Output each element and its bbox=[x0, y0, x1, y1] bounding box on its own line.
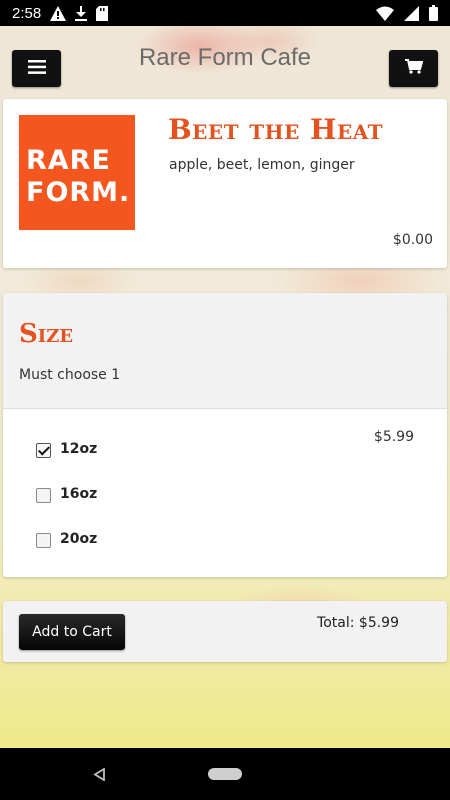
cart-button[interactable] bbox=[389, 50, 438, 87]
signal-icon bbox=[404, 5, 419, 21]
size-requirement-note: Must choose 1 bbox=[19, 367, 121, 383]
sd-card-icon bbox=[96, 5, 109, 21]
app-title: Rare Form Cafe bbox=[138, 44, 312, 71]
size-option-16oz[interactable]: 16oz bbox=[36, 484, 97, 503]
size-card: Size Must choose 1 $5.99 12oz 16oz 20oz bbox=[3, 293, 447, 577]
cart-footer: Add to Cart Total: $5.99 bbox=[3, 601, 447, 662]
navigation-bar bbox=[0, 748, 450, 800]
menu-button[interactable] bbox=[12, 50, 61, 87]
battery-icon bbox=[429, 5, 438, 21]
home-pill-icon[interactable] bbox=[208, 768, 242, 780]
checkbox-12oz[interactable] bbox=[36, 443, 51, 458]
wifi-icon bbox=[376, 6, 394, 21]
download-icon bbox=[75, 5, 88, 21]
option-label: 16oz bbox=[60, 485, 98, 502]
option-price: $5.99 bbox=[373, 429, 414, 445]
hamburger-icon bbox=[27, 59, 46, 78]
checkbox-16oz[interactable] bbox=[36, 488, 51, 503]
product-description: apple, beet, lemon, ginger bbox=[169, 157, 355, 173]
svg-text:FORM.: FORM. bbox=[26, 177, 130, 208]
status-bar: 2:58 bbox=[0, 0, 450, 26]
size-option-20oz[interactable]: 20oz bbox=[36, 529, 97, 548]
size-option-12oz[interactable]: 12oz bbox=[36, 439, 97, 458]
product-card: RARE FORM. Beet the Heat apple, beet, le… bbox=[3, 99, 447, 268]
alert-icon bbox=[50, 5, 67, 21]
add-to-cart-button[interactable]: Add to Cart bbox=[19, 614, 125, 650]
product-price: $0.00 bbox=[392, 232, 433, 248]
product-name: Beet the Heat bbox=[168, 113, 384, 146]
option-label: 20oz bbox=[60, 530, 98, 547]
checkbox-20oz[interactable] bbox=[36, 533, 51, 548]
shopping-cart-icon bbox=[404, 59, 423, 78]
option-label: 12oz bbox=[60, 440, 98, 457]
total-price: Total: $5.99 bbox=[317, 615, 399, 631]
status-time: 2:58 bbox=[12, 4, 42, 22]
rare-form-logo: RARE FORM. bbox=[19, 115, 135, 230]
back-icon[interactable] bbox=[93, 766, 106, 785]
size-title: Size bbox=[19, 319, 74, 349]
app-header: Rare Form Cafe bbox=[0, 26, 450, 98]
size-header: Size Must choose 1 bbox=[3, 293, 447, 409]
svg-text:RARE: RARE bbox=[26, 145, 111, 176]
